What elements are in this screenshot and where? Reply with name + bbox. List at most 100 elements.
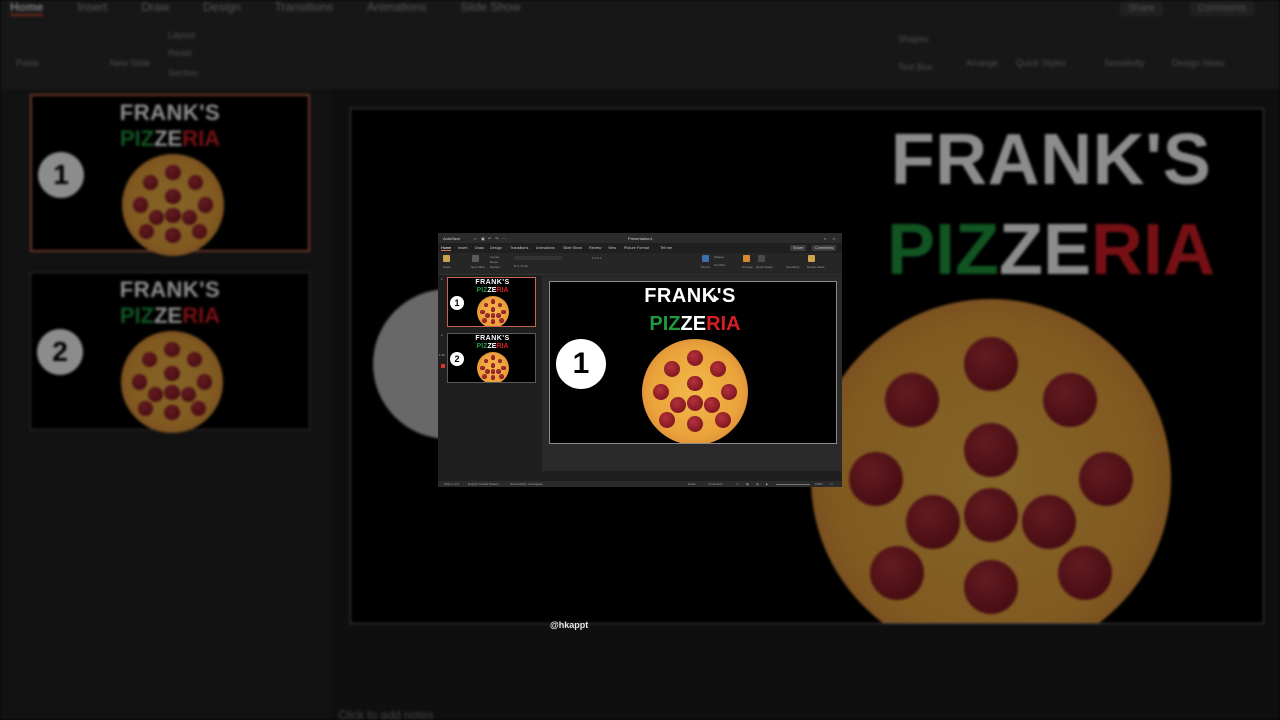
bg-thumb-2-pizza — [121, 331, 223, 433]
ribbon-toolbar: Paste New Slide Layout Reset Section B I… — [438, 253, 842, 275]
pepperoni — [485, 313, 491, 319]
quick-styles-label: Quick Styles — [756, 265, 773, 269]
sensitivity-label[interactable]: Sensitivity — [786, 265, 800, 269]
home-icon[interactable]: ⌂ — [474, 236, 476, 241]
pepperoni — [482, 317, 488, 323]
slide-thumbnail-2[interactable]: FRANK'S PIZZERIA 2 — [447, 333, 536, 383]
pepperoni — [165, 227, 181, 244]
slide-number-badge[interactable]: 1 — [556, 339, 606, 389]
tab-draw[interactable]: Draw — [475, 246, 484, 250]
accessibility-status[interactable]: Accessibility: Investigate — [510, 482, 543, 486]
tab-home[interactable]: Home — [441, 246, 452, 251]
paste-icon[interactable] — [443, 255, 450, 262]
account-icon[interactable]: ☺ — [832, 236, 836, 241]
undo-icon[interactable]: ↶ — [488, 236, 491, 241]
bg-thumbnail-pane: FRANK'S PIZZERIA 1 FRANK'S PIZZERIA 2 — [0, 88, 330, 720]
sorter-view-icon[interactable]: ▦ — [746, 482, 749, 486]
pepperoni — [131, 374, 147, 390]
share-button[interactable]: Share — [790, 245, 807, 251]
text-box-button[interactable]: Text Box — [714, 263, 726, 267]
pepperoni — [490, 363, 496, 368]
shapes-button[interactable]: Shapes — [714, 255, 724, 259]
thumb-1-badge: 1 — [450, 296, 464, 310]
pepperoni — [141, 351, 158, 368]
pepperoni — [498, 373, 504, 379]
section-button[interactable]: Section — [490, 265, 500, 269]
thumb-1-pizza — [477, 296, 509, 326]
tab-design[interactable]: Design — [490, 246, 502, 250]
bg-arrange-label: Arrange — [966, 58, 999, 68]
pepperoni — [870, 545, 925, 600]
pepperoni — [490, 319, 496, 324]
pepperoni — [137, 400, 154, 417]
pepperoni — [165, 164, 181, 180]
reset-button[interactable]: Reset — [490, 260, 498, 264]
paragraph-row[interactable]: ≡ ≡ ≡ ≡ — [592, 256, 602, 260]
tab-picture-format[interactable]: Picture Format — [624, 246, 649, 250]
pepperoni — [964, 336, 1018, 391]
quick-styles-icon[interactable] — [758, 255, 765, 262]
pepperoni — [687, 375, 703, 392]
bg-thumb-2-title: FRANK'S — [119, 277, 221, 302]
bg-tab-slideshow: Slide Show — [460, 0, 521, 14]
tab-slideshow[interactable]: Slide Show — [563, 246, 582, 250]
bg-share-button: Share — [1120, 2, 1163, 16]
pepperoni — [480, 365, 486, 371]
title-bar: AutoSave ⌂ ▣ ↶ ↷ ⋯ Presentation1 ⌕ ☺ — [438, 233, 842, 243]
tab-tell-me[interactable]: Tell me — [660, 246, 672, 250]
pepperoni — [148, 386, 164, 402]
design-ideas-icon[interactable] — [808, 255, 815, 262]
comments-button[interactable]: Comments — [812, 245, 837, 251]
record-icon[interactable] — [441, 364, 445, 368]
language-status[interactable]: English (United States) — [468, 482, 499, 486]
slide-count: Slide 1 of 2 — [444, 482, 460, 486]
status-bar: Slide 1 of 2 English (United States) Acc… — [438, 481, 842, 487]
pepperoni — [483, 358, 489, 364]
pepperoni — [906, 495, 961, 550]
slideshow-view-icon[interactable]: ▶ — [766, 482, 768, 486]
pepperoni — [670, 396, 686, 413]
slide-canvas[interactable]: FRANK'S PIZZERIA 1 — [549, 281, 837, 444]
pepperoni — [497, 358, 503, 364]
reading-view-icon[interactable]: ▤ — [756, 482, 759, 486]
autosave-toggle[interactable]: AutoSave — [443, 236, 460, 241]
slide-pizza-image[interactable] — [642, 339, 748, 443]
font-format-row[interactable]: B I U S ab — [514, 264, 528, 268]
more-icon[interactable]: ⋯ — [502, 236, 506, 241]
font-name-box[interactable] — [514, 256, 562, 260]
pepperoni — [490, 299, 496, 305]
pepperoni — [490, 307, 496, 312]
pepperoni — [142, 174, 159, 191]
slide-title[interactable]: FRANK'S — [620, 285, 760, 308]
comments-toggle[interactable]: Comments — [708, 482, 723, 486]
search-icon[interactable]: ⌕ — [824, 236, 826, 241]
fit-slide-icon[interactable]: ⊡ — [830, 482, 833, 486]
bg-tab-animations: Animations — [366, 0, 427, 14]
arrange-icon[interactable] — [743, 255, 750, 262]
slide-subtitle[interactable]: PIZZERIA — [620, 313, 770, 336]
notes-toggle[interactable]: Notes — [688, 482, 696, 486]
picture-icon[interactable] — [702, 255, 709, 262]
save-icon[interactable]: ▣ — [481, 236, 485, 241]
zoom-level[interactable]: 100% — [815, 482, 823, 486]
creator-watermark: @hkappt — [550, 620, 589, 630]
tab-view[interactable]: View — [608, 246, 616, 250]
bg-thumb-1-title: FRANK'S — [119, 100, 221, 125]
tab-insert[interactable]: Insert — [458, 246, 468, 250]
bg-slide-title: FRANK'S — [890, 120, 1212, 200]
tab-review[interactable]: Review — [589, 246, 601, 250]
pepperoni — [483, 302, 489, 308]
design-ideas-label: Design Ideas — [807, 265, 825, 269]
bg-thumb-2: FRANK'S PIZZERIA 2 — [30, 272, 310, 433]
new-slide-icon[interactable] — [472, 255, 479, 262]
tab-animations[interactable]: Animations — [536, 246, 555, 250]
bg-thumb-1-pizza — [122, 154, 224, 256]
redo-icon[interactable]: ↷ — [495, 236, 498, 241]
tab-transitions[interactable]: Transitions — [510, 246, 528, 250]
zoom-slider[interactable] — [776, 484, 810, 485]
slide-thumbnail-1[interactable]: FRANK'S PIZZERIA 1 — [447, 277, 536, 327]
bg-tab-design: Design — [203, 0, 241, 14]
normal-view-icon[interactable]: ▭ — [736, 482, 739, 486]
layout-button[interactable]: Layout — [490, 255, 499, 259]
screen: Home Insert Draw Design Transitions Anim… — [0, 0, 1280, 720]
